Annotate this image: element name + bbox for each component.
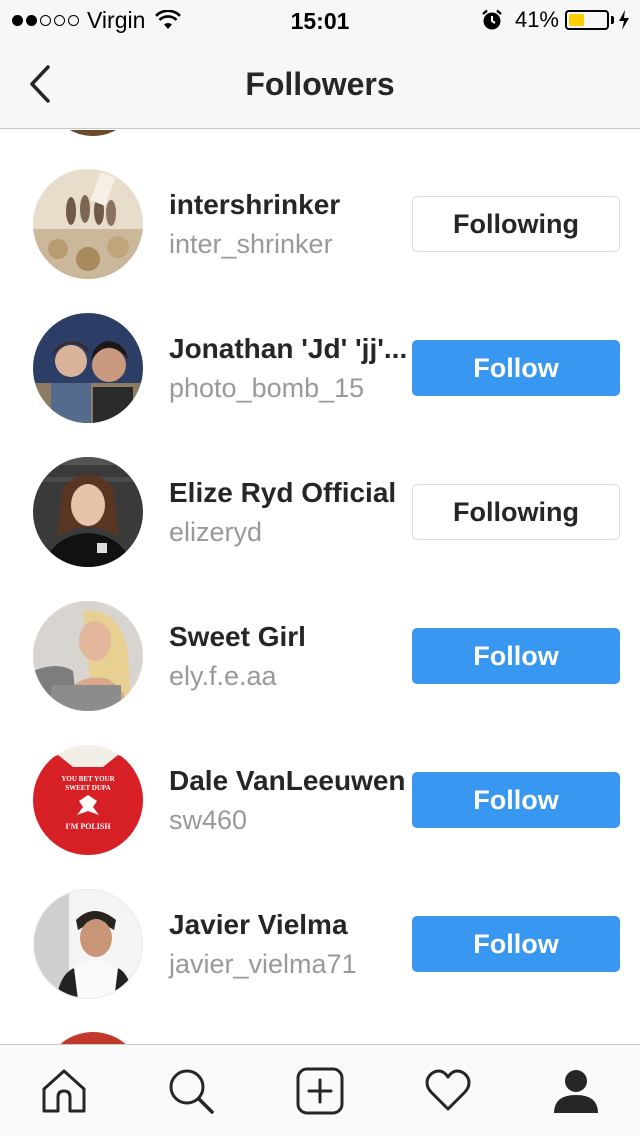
tab-new-post[interactable] <box>296 1067 344 1115</box>
list-item[interactable]: Sweet Girl ely.f.e.aa Follow <box>0 562 640 711</box>
battery-icon <box>565 10 609 30</box>
battery-percentage: 41% <box>514 7 559 32</box>
home-icon <box>42 1069 86 1113</box>
follower-name: Elize Ryd Official <box>169 477 397 508</box>
tab-activity[interactable] <box>424 1067 472 1115</box>
status-right: 41% <box>481 6 630 34</box>
tab-home[interactable] <box>40 1067 88 1115</box>
follower-name: Javier Vielma <box>169 909 348 940</box>
tab-bar <box>0 1044 640 1136</box>
charging-icon <box>619 10 629 30</box>
list-item[interactable]: Javier Vielma javier_vielma71 Follow <box>0 850 640 999</box>
heart-icon <box>425 1069 471 1111</box>
follower-username: elizeryd <box>169 517 263 547</box>
list-item[interactable]: intershrinker inter_shrinker Following <box>0 130 640 279</box>
add-post-icon <box>296 1067 344 1115</box>
follower-name: Sweet Girl <box>169 621 306 652</box>
follower-name: Jonathan 'Jd' 'jj'... <box>169 333 408 364</box>
follower-username: javier_vielma71 <box>169 949 357 979</box>
avatar[interactable] <box>33 601 143 711</box>
tab-profile[interactable] <box>552 1067 600 1115</box>
nav-bar: Followers <box>0 40 640 129</box>
list-item[interactable]: Jonathan 'Jd' 'jj'... photo_bomb_15 Foll… <box>0 274 640 423</box>
svg-text:I'M POLISH: I'M POLISH <box>65 822 111 831</box>
follower-username: photo_bomb_15 <box>169 373 365 403</box>
status-bar: Virgin 15:01 41% <box>0 0 640 40</box>
follower-name: Dale VanLeeuwen <box>169 765 406 796</box>
svg-text:YOU BET YOUR: YOU BET YOUR <box>61 775 115 783</box>
avatar[interactable] <box>33 457 143 567</box>
list-item[interactable]: Elize Ryd Official elizeryd Following <box>0 418 640 567</box>
avatar[interactable] <box>33 313 143 423</box>
avatar[interactable] <box>43 1032 143 1044</box>
following-button[interactable]: Following <box>412 196 620 252</box>
follower-name: intershrinker <box>169 189 341 220</box>
svg-text:SWEET DUPA: SWEET DUPA <box>65 784 110 792</box>
follow-button[interactable]: Follow <box>412 916 620 972</box>
follower-username: ely.f.e.aa <box>169 661 277 691</box>
avatar[interactable] <box>33 889 143 999</box>
list-item[interactable]: YOU BET YOUR SWEET DUPA I'M POLISH Dale … <box>0 706 640 855</box>
follow-button[interactable]: Follow <box>412 340 620 396</box>
page-title: Followers <box>245 66 395 102</box>
follow-button[interactable]: Follow <box>412 628 620 684</box>
search-icon <box>169 1069 214 1114</box>
avatar[interactable]: YOU BET YOUR SWEET DUPA I'M POLISH <box>33 745 143 855</box>
follow-button[interactable]: Follow <box>412 772 620 828</box>
follower-username: inter_shrinker <box>169 229 333 259</box>
follower-username: sw460 <box>169 805 248 835</box>
profile-icon <box>554 1070 598 1113</box>
tab-search[interactable] <box>167 1067 215 1115</box>
alarm-icon <box>482 9 502 30</box>
following-button[interactable]: Following <box>412 484 620 540</box>
avatar[interactable] <box>33 169 143 279</box>
followers-list[interactable]: intershrinker inter_shrinker Following J… <box>0 130 640 1044</box>
battery-tip <box>611 16 614 24</box>
